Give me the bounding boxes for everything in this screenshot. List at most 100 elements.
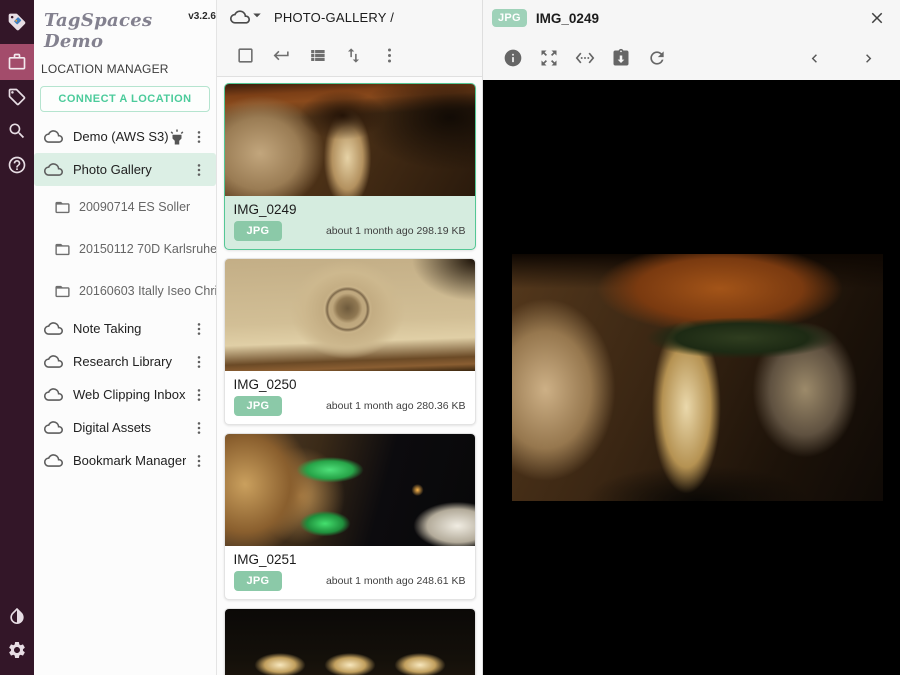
- location-menu-button[interactable]: [190, 452, 208, 470]
- file-card-partial[interactable]: [224, 608, 476, 675]
- thumbnail-img-0250[interactable]: [225, 259, 475, 371]
- sort-button[interactable]: [335, 37, 371, 73]
- tagspaces-app: TagSpaces Demo v3.2.6 LOCATION MANAGER C…: [0, 0, 900, 675]
- location-manager-panel: TagSpaces Demo v3.2.6 LOCATION MANAGER C…: [34, 0, 217, 675]
- location-menu-button[interactable]: [190, 419, 208, 437]
- thumbnail-img-0249[interactable]: [225, 84, 475, 196]
- theme-contrast-button[interactable]: [0, 599, 34, 633]
- file-grid: IMG_0249 JPG about 1 month ago 298.19 KB…: [217, 77, 482, 675]
- location-label: Digital Assets: [73, 420, 151, 435]
- file-card-img-0249[interactable]: IMG_0249 JPG about 1 month ago 298.19 KB: [224, 83, 476, 250]
- sidebar-item-search[interactable]: [0, 114, 34, 148]
- navigate-parent-button[interactable]: [263, 37, 299, 73]
- chevron-left-icon: [806, 50, 823, 67]
- location-label: Photo Gallery: [73, 162, 152, 177]
- location-row-note-taking[interactable]: Note Taking: [34, 312, 216, 345]
- cloud-icon: [44, 451, 63, 470]
- file-meta: about 1 month ago 298.19 KB: [326, 225, 466, 237]
- folder-icon: [54, 241, 71, 258]
- location-menu-button[interactable]: [190, 320, 208, 338]
- file-type-badge[interactable]: JPG: [234, 221, 283, 241]
- location-label: Note Taking: [73, 321, 141, 336]
- viewer-file-type-badge[interactable]: JPG: [492, 9, 527, 27]
- fullscreen-icon: [539, 48, 559, 68]
- close-viewer-button[interactable]: [866, 7, 888, 29]
- location-row-digital-assets[interactable]: Digital Assets: [34, 411, 216, 444]
- folder-row[interactable]: 20090714 ES Soller: [34, 186, 216, 228]
- next-file-button[interactable]: [850, 40, 886, 76]
- folder-icon: [54, 199, 71, 216]
- viewer-panel: JPG IMG_0249: [483, 0, 900, 675]
- location-label: Research Library: [73, 354, 172, 369]
- viewer-toolbar: [483, 36, 900, 80]
- folder-row[interactable]: 20150112 70D Karlsruhe: [34, 228, 216, 270]
- default-location-icon: [168, 128, 186, 146]
- sidebar-item-tags[interactable]: [0, 80, 34, 114]
- tagspaces-logo-icon[interactable]: [0, 0, 34, 44]
- location-label: Web Clipping Inbox: [73, 387, 186, 402]
- sidebar-item-help[interactable]: [0, 148, 34, 182]
- thumbnail-img-0251[interactable]: [225, 434, 475, 546]
- location-row-web-clipping-inbox[interactable]: Web Clipping Inbox: [34, 378, 216, 411]
- location-menu-button[interactable]: [190, 386, 208, 404]
- app-version: v3.2.6: [188, 11, 216, 22]
- location-row-photo-gallery[interactable]: Photo Gallery: [34, 153, 216, 186]
- file-info-button[interactable]: [495, 40, 531, 76]
- sidebar-item-location-manager[interactable]: [0, 44, 34, 80]
- breadcrumb-cloud-button[interactable]: [230, 6, 266, 29]
- cloud-icon: [230, 7, 250, 27]
- settings-button[interactable]: [0, 633, 34, 667]
- file-meta: about 1 month ago 248.61 KB: [326, 575, 466, 587]
- code-brackets-icon: [575, 48, 595, 68]
- location-manager-title: LOCATION MANAGER: [34, 46, 216, 84]
- file-type-badge[interactable]: JPG: [234, 571, 283, 591]
- location-row-demo[interactable]: Demo (AWS S3): [34, 120, 216, 153]
- location-row-bookmark-manager[interactable]: Bookmark Manager: [34, 444, 216, 477]
- list-view-button[interactable]: [299, 37, 335, 73]
- location-menu-button[interactable]: [190, 161, 208, 179]
- thumbnail-partial[interactable]: [225, 609, 475, 675]
- cloud-icon: [44, 385, 63, 404]
- download-file-button[interactable]: [603, 40, 639, 76]
- chevron-right-icon: [860, 50, 877, 67]
- file-type-badge[interactable]: JPG: [234, 396, 283, 416]
- folder-icon: [54, 283, 71, 300]
- previous-file-button[interactable]: [796, 40, 832, 76]
- location-menu-button[interactable]: [190, 128, 208, 146]
- folder-label: 20090714 ES Soller: [79, 200, 190, 214]
- connect-location-button[interactable]: CONNECT A LOCATION: [40, 86, 210, 112]
- close-icon: [868, 9, 886, 27]
- file-card-footer: JPG about 1 month ago 248.61 KB: [225, 568, 475, 599]
- location-label: Demo (AWS S3): [73, 129, 168, 144]
- location-row-research-library[interactable]: Research Library: [34, 345, 216, 378]
- open-natively-button[interactable]: [567, 40, 603, 76]
- viewer-header: JPG IMG_0249: [483, 0, 900, 36]
- file-meta: about 1 month ago 280.36 KB: [326, 400, 466, 412]
- folder-label: 20150112 70D Karlsruhe: [79, 242, 216, 256]
- reload-button[interactable]: [639, 40, 675, 76]
- more-options-button[interactable]: [371, 37, 407, 73]
- location-menu-button[interactable]: [190, 353, 208, 371]
- file-name: IMG_0250: [225, 371, 475, 393]
- breadcrumb-path[interactable]: PHOTO-GALLERY /: [274, 10, 394, 25]
- cloud-icon: [44, 160, 63, 179]
- brand-row: TagSpaces Demo v3.2.6: [34, 0, 216, 46]
- file-toolbar: [217, 34, 482, 77]
- viewer-file-title: IMG_0249: [536, 11, 599, 26]
- file-name: IMG_0251: [225, 546, 475, 568]
- file-card-img-0251[interactable]: IMG_0251 JPG about 1 month ago 248.61 KB: [224, 433, 476, 600]
- file-browser-panel: PHOTO-GALLERY / IMG_0249 JPG about 1 mon…: [217, 0, 483, 675]
- location-label: Bookmark Manager: [73, 453, 186, 468]
- folder-row[interactable]: 20160603 Itally Iseo Chri...: [34, 270, 216, 312]
- preview-image-img-0249[interactable]: [512, 254, 883, 501]
- file-card-img-0250[interactable]: IMG_0250 JPG about 1 month ago 280.36 KB: [224, 258, 476, 425]
- file-card-footer: JPG about 1 month ago 280.36 KB: [225, 393, 475, 424]
- select-all-button[interactable]: [227, 37, 263, 73]
- clipboard-download-icon: [611, 48, 631, 68]
- fullscreen-button[interactable]: [531, 40, 567, 76]
- activity-bar: [0, 0, 34, 675]
- chevron-down-icon: [250, 6, 266, 29]
- folder-label: 20160603 Itally Iseo Chri...: [79, 284, 216, 298]
- info-icon: [503, 48, 523, 68]
- cloud-icon: [44, 127, 63, 146]
